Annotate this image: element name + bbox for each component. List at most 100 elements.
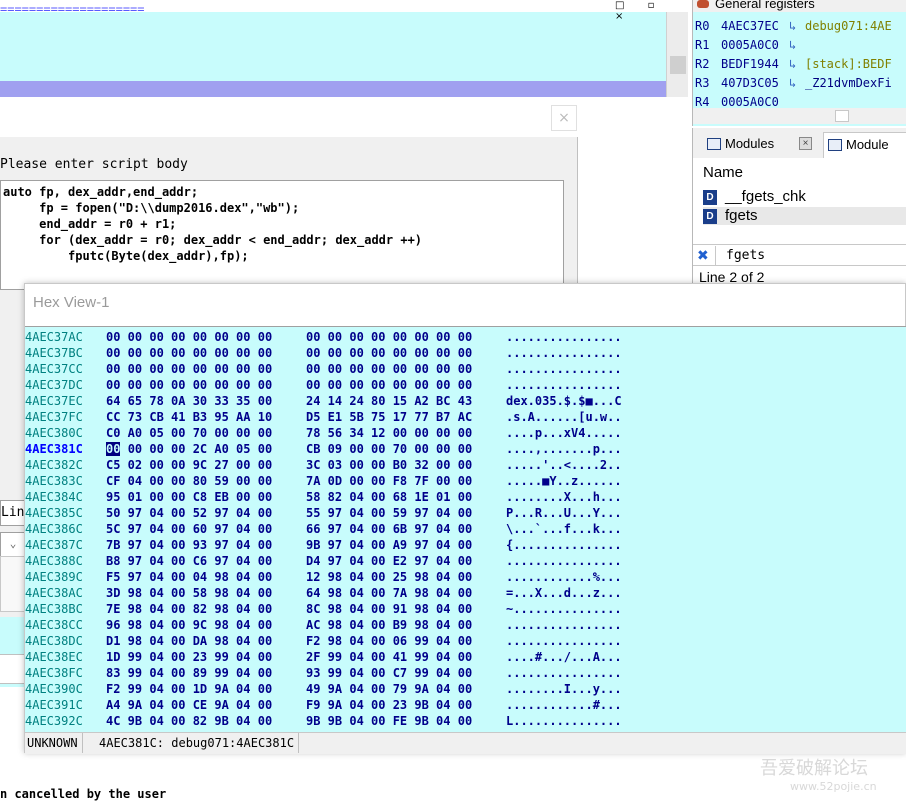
- hex-bytes-low[interactable]: 3D 98 04 00 58 98 04 00: [106, 585, 272, 601]
- hex-bytes-low[interactable]: 00 00 00 00 00 00 00 00: [106, 345, 272, 361]
- hex-bytes-high[interactable]: AC 98 04 00 B9 98 04 00: [306, 617, 472, 633]
- jump-arrow-icon[interactable]: ↳: [789, 38, 805, 52]
- tab-modules[interactable]: Modules ×: [703, 132, 815, 158]
- hex-address[interactable]: 4AEC391C: [25, 697, 105, 713]
- hex-bytes-high[interactable]: 93 99 04 00 C7 99 04 00: [306, 665, 472, 681]
- hex-bytes-high[interactable]: 66 97 04 00 6B 97 04 00: [306, 521, 472, 537]
- register-value[interactable]: 0005A0C0: [721, 95, 789, 107]
- hex-bytes-high[interactable]: F2 98 04 00 06 99 04 00: [306, 633, 472, 649]
- hex-bytes-low[interactable]: C5 02 00 00 9C 27 00 00: [106, 457, 272, 473]
- hex-bytes-high[interactable]: 00 00 00 00 00 00 00 00: [306, 345, 472, 361]
- hex-row[interactable]: 4AEC37EC 64 65 78 0A 30 33 35 00 24 14 24 …: [25, 393, 906, 409]
- hex-bytes-high[interactable]: 7A 0D 00 00 F8 7F 00 00: [306, 473, 472, 489]
- close-tab-icon[interactable]: ×: [799, 137, 812, 150]
- filter-input[interactable]: fgets: [715, 246, 905, 265]
- hex-address[interactable]: 4AEC383C: [25, 473, 105, 489]
- register-value[interactable]: 4AEC37EC: [721, 19, 789, 33]
- close-button[interactable]: ×: [551, 105, 577, 131]
- hex-row[interactable]: 4AEC38DC D1 98 04 00 DA 98 04 00 F2 98 04 …: [25, 633, 906, 649]
- dropdown-icon[interactable]: ⌄: [0, 532, 26, 558]
- hex-ascii[interactable]: .s.A......[u.w..: [506, 409, 622, 425]
- scrollbar-thumb[interactable]: [835, 110, 849, 122]
- register-row[interactable]: R1 0005A0C0 ↳: [695, 38, 805, 56]
- hex-address[interactable]: 4AEC380C: [25, 425, 105, 441]
- hex-address[interactable]: 4AEC37CC: [25, 361, 105, 377]
- hex-bytes-low[interactable]: 4C 9B 04 00 82 9B 04 00: [106, 713, 272, 729]
- hex-row[interactable]: 4AEC37BC 00 00 00 00 00 00 00 00 00 00 00 …: [25, 345, 906, 361]
- jump-arrow-icon[interactable]: ↳: [789, 57, 805, 71]
- hex-bytes-low[interactable]: 5C 97 04 00 60 97 04 00: [106, 521, 272, 537]
- hex-bytes-low[interactable]: 00 00 00 00 00 00 00 00: [106, 329, 272, 345]
- register-row[interactable]: R3 407D3C05 ↳ _Z21dvmDexFi: [695, 76, 892, 94]
- hex-bytes-high[interactable]: 2F 99 04 00 41 99 04 00: [306, 649, 472, 665]
- hex-address[interactable]: 4AEC37FC: [25, 409, 105, 425]
- hex-ascii[interactable]: ........X...h...: [506, 489, 622, 505]
- hex-bytes-low[interactable]: F2 99 04 00 1D 9A 04 00: [106, 681, 272, 697]
- hex-row[interactable]: 4AEC389C F5 97 04 00 04 98 04 00 12 98 04 …: [25, 569, 906, 585]
- line-field[interactable]: Line: [0, 500, 26, 526]
- hex-bytes-high[interactable]: 55 97 04 00 59 97 04 00: [306, 505, 472, 521]
- hex-bytes-low[interactable]: C0 A0 05 00 70 00 00 00: [106, 425, 272, 441]
- hex-bytes-low[interactable]: A4 9A 04 00 CE 9A 04 00: [106, 697, 272, 713]
- hex-row[interactable]: 4AEC384C 95 01 00 00 C8 EB 00 00 58 82 04 …: [25, 489, 906, 505]
- hex-ascii[interactable]: ............#...: [506, 697, 622, 713]
- hex-address[interactable]: 4AEC37EC: [25, 393, 105, 409]
- jump-arrow-icon[interactable]: ↳: [789, 19, 805, 33]
- hex-bytes-low[interactable]: D1 98 04 00 DA 98 04 00: [106, 633, 272, 649]
- hex-row[interactable]: 4AEC38AC 3D 98 04 00 58 98 04 00 64 98 04 …: [25, 585, 906, 601]
- hex-ascii[interactable]: ~...............: [506, 601, 622, 617]
- cursor-byte[interactable]: 00: [106, 442, 121, 456]
- hex-bytes-high[interactable]: D5 E1 5B 75 17 77 B7 AC: [306, 409, 472, 425]
- scrollbar-thumb[interactable]: [670, 56, 686, 74]
- hex-address[interactable]: 4AEC390C: [25, 681, 105, 697]
- hex-row[interactable]: 4AEC381C 00 00 00 00 2C A0 05 00 CB 09 00 …: [25, 441, 906, 457]
- hex-ascii[interactable]: ................: [506, 377, 622, 393]
- hex-ascii[interactable]: =...X...d...z...: [506, 585, 622, 601]
- hex-address[interactable]: 4AEC388C: [25, 553, 105, 569]
- hex-row[interactable]: 4AEC391C A4 9A 04 00 CE 9A 04 00 F9 9A 04 …: [25, 697, 906, 713]
- hex-row[interactable]: 4AEC37AC 00 00 00 00 00 00 00 00 00 00 00 …: [25, 329, 906, 345]
- hex-bytes-high[interactable]: CB 09 00 00 70 00 00 00: [306, 441, 472, 457]
- hex-bytes-high[interactable]: 24 14 24 80 15 A2 BC 43: [306, 393, 472, 409]
- hex-address[interactable]: 4AEC381C: [25, 441, 105, 457]
- hex-address[interactable]: 4AEC38AC: [25, 585, 105, 601]
- hex-address[interactable]: 4AEC382C: [25, 457, 105, 473]
- list-item[interactable]: D __fgets_chk: [703, 188, 906, 206]
- hex-ascii[interactable]: ................: [506, 665, 622, 681]
- hex-ascii[interactable]: ................: [506, 617, 622, 633]
- register-value[interactable]: BEDF1944: [721, 57, 789, 71]
- hex-row[interactable]: 4AEC383C CF 04 00 00 80 59 00 00 7A 0D 00 …: [25, 473, 906, 489]
- hex-address[interactable]: 4AEC37AC: [25, 329, 105, 345]
- register-row[interactable]: R0 4AEC37EC ↳ debug071:4AE: [695, 19, 892, 37]
- hex-ascii[interactable]: ............%...: [506, 569, 622, 585]
- hex-address[interactable]: 4AEC386C: [25, 521, 105, 537]
- hex-row[interactable]: 4AEC382C C5 02 00 00 9C 27 00 00 3C 03 00 …: [25, 457, 906, 473]
- hex-bytes-high[interactable]: 9B 97 04 00 A9 97 04 00: [306, 537, 472, 553]
- hex-ascii[interactable]: ....#.../...A...: [506, 649, 622, 665]
- hex-bytes-low[interactable]: 83 99 04 00 89 99 04 00: [106, 665, 272, 681]
- hex-bytes-low[interactable]: B8 97 04 00 C6 97 04 00: [106, 553, 272, 569]
- hex-row[interactable]: 4AEC392C 4C 9B 04 00 82 9B 04 00 9B 9B 04 …: [25, 713, 906, 729]
- hex-bytes-high[interactable]: 00 00 00 00 00 00 00 00: [306, 329, 472, 345]
- hex-bytes-high[interactable]: 9B 9B 04 00 FE 9B 04 00: [306, 713, 472, 729]
- register-row[interactable]: R2 BEDF1944 ↳ [stack]:BEDF: [695, 57, 892, 75]
- register-value[interactable]: 0005A0C0: [721, 38, 789, 52]
- hex-row[interactable]: 4AEC38BC 7E 98 04 00 82 98 04 00 8C 98 04 …: [25, 601, 906, 617]
- hex-ascii[interactable]: P...R...U...Y...: [506, 505, 622, 521]
- hex-address[interactable]: 4AEC38DC: [25, 633, 105, 649]
- hex-address[interactable]: 4AEC38EC: [25, 649, 105, 665]
- hex-bytes-high[interactable]: F9 9A 04 00 23 9B 04 00: [306, 697, 472, 713]
- hex-address[interactable]: 4AEC385C: [25, 505, 105, 521]
- hex-row[interactable]: 4AEC37FC CC 73 CB 41 B3 95 AA 10 D5 E1 5B …: [25, 409, 906, 425]
- hex-address[interactable]: 4AEC387C: [25, 537, 105, 553]
- list-item[interactable]: D fgets: [703, 207, 906, 225]
- hex-bytes-low[interactable]: 50 97 04 00 52 97 04 00: [106, 505, 272, 521]
- hex-row[interactable]: 4AEC388C B8 97 04 00 C6 97 04 00 D4 97 04 …: [25, 553, 906, 569]
- hex-bytes-high[interactable]: 58 82 04 00 68 1E 01 00: [306, 489, 472, 505]
- hex-bytes-low[interactable]: F5 97 04 00 04 98 04 00: [106, 569, 272, 585]
- hex-ascii[interactable]: ....p...xV4.....: [506, 425, 622, 441]
- hex-address[interactable]: 4AEC392C: [25, 713, 105, 729]
- hex-ascii[interactable]: ................: [506, 345, 622, 361]
- hex-bytes-low[interactable]: 00 00 00 00 00 00 00 00: [106, 377, 272, 393]
- hex-bytes-low[interactable]: CF 04 00 00 80 59 00 00: [106, 473, 272, 489]
